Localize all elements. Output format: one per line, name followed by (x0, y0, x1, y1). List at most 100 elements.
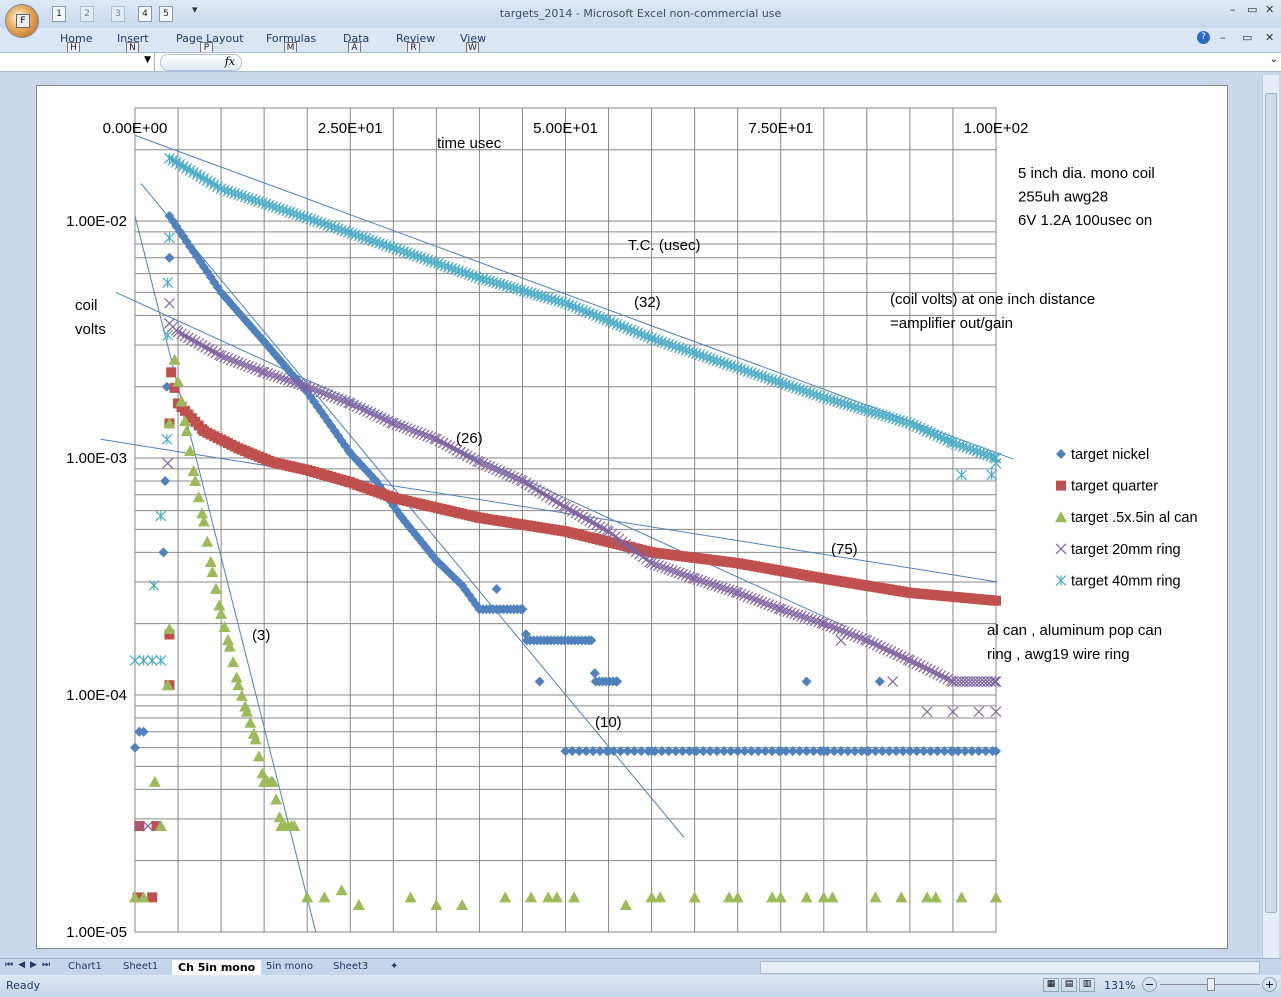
zoom-in-icon[interactable]: + (1262, 977, 1277, 992)
data-point-diamond (130, 742, 140, 753)
data-point-x (720, 583, 732, 595)
triangle-marker (955, 891, 968, 903)
triangle-marker (929, 891, 942, 903)
minimize-icon[interactable]: – (1230, 3, 1236, 16)
chart-area[interactable]: 0.00E+00 2.50E+01 5.00E+01 7.50E+01 1.00E+02… (36, 85, 1228, 949)
data-point-x (653, 560, 664, 572)
data-point-x (713, 581, 725, 592)
sheet-tab-chart1[interactable]: Chart1 (62, 960, 108, 975)
data-point-triangle (404, 891, 417, 903)
data-point-triangle (800, 891, 813, 903)
diamond-marker (491, 584, 502, 595)
triangle-marker (990, 891, 1002, 903)
data-point-triangle (869, 891, 882, 903)
y-axis-title: volts (75, 321, 106, 338)
data-point-x (272, 371, 284, 383)
vertical-scrollbar[interactable] (1262, 75, 1279, 958)
expand-formula-bar-icon[interactable]: ⌄ (1270, 54, 1278, 65)
help-icon[interactable]: ? (1197, 31, 1210, 44)
formula-input[interactable] (246, 54, 1256, 71)
x-marker (713, 581, 725, 592)
sheet-tab-sheet3[interactable]: Sheet3 (327, 960, 374, 975)
ribbon-minimize-icon[interactable]: – (1220, 31, 1226, 44)
coil-spec-note: 255uh awg28 (1018, 189, 1108, 206)
data-point-triangle (252, 750, 265, 762)
data-point-triangle (619, 898, 632, 910)
legend-label: target quarter (1071, 479, 1158, 495)
data-point-star (138, 654, 150, 666)
data-point-x (973, 706, 985, 718)
data-point-triangle (456, 898, 469, 910)
diamond-marker (130, 742, 140, 753)
x-marker (921, 706, 933, 718)
x-marker (680, 570, 692, 581)
x-marker (799, 611, 811, 623)
sheet-nav-arrows-icon[interactable]: ⏮◀▶⏭ (5, 960, 55, 970)
scrollbar-thumb[interactable] (1265, 93, 1277, 913)
triangle-marker (800, 891, 813, 903)
triangle-marker (196, 507, 209, 519)
data-point-x (656, 561, 668, 573)
chevron-down-icon[interactable]: ▼ (144, 55, 151, 65)
sheet-tab-ch-5in-mono[interactable]: Ch 5in mono (172, 960, 262, 975)
office-button[interactable]: F (5, 4, 39, 38)
page-break-view-icon[interactable]: ▥ (1079, 978, 1095, 992)
data-point-diamond (874, 676, 885, 687)
triangle-marker (525, 891, 538, 903)
data-point-diamond (801, 676, 812, 687)
x-marker (663, 563, 675, 575)
close-icon[interactable]: ✕ (1265, 3, 1274, 16)
data-point-star (161, 433, 173, 445)
triangle-marker (731, 891, 744, 903)
x-marker (809, 615, 821, 627)
y-tick-label: 1.00E-03 (66, 450, 127, 467)
data-point-triangle (731, 891, 744, 903)
triangle-marker (499, 891, 512, 903)
data-point-triangle (929, 891, 942, 903)
zoom-level: 131% (1104, 979, 1136, 992)
sheet-tab-sheet1[interactable]: Sheet1 (117, 960, 164, 975)
star-marker (146, 654, 158, 666)
data-point-diamond (158, 547, 169, 558)
data-point-x (785, 607, 797, 619)
restore-icon[interactable]: ▭ (1247, 3, 1257, 16)
data-point-x (659, 562, 671, 574)
name-box[interactable]: ▼ (0, 53, 155, 72)
star-marker (138, 654, 150, 666)
zoom-slider-thumb[interactable] (1207, 978, 1215, 991)
data-point-triangle (206, 566, 219, 578)
data-point-x (789, 608, 800, 620)
triangle-marker (187, 465, 200, 477)
data-point-triangle (826, 891, 839, 903)
ribbon-restore-icon[interactable]: ▭ (1242, 31, 1252, 44)
data-point-x (921, 706, 933, 718)
data-point-triangle (774, 891, 787, 903)
data-point-star (956, 469, 967, 481)
page-layout-view-icon[interactable]: ▤ (1061, 978, 1077, 992)
ribbon-close-icon[interactable]: ✕ (1265, 31, 1274, 44)
triangle-marker (163, 622, 176, 634)
diamond-marker (534, 676, 545, 687)
data-point-triangle (227, 656, 240, 668)
data-point-square (1056, 480, 1066, 491)
data-point-triangle (990, 891, 1002, 903)
data-point-star (129, 654, 141, 666)
horizontal-scrollbar[interactable] (760, 961, 1260, 974)
triangle-marker (206, 566, 219, 578)
square-marker (166, 367, 177, 378)
data-point-triangle (430, 898, 443, 910)
data-point-x (279, 373, 291, 385)
x-marker (401, 423, 413, 434)
star-marker (1055, 574, 1067, 586)
insert-function-button[interactable]: fx (160, 54, 242, 71)
sheet-tab-5in-mono[interactable]: 5in mono (260, 960, 319, 975)
diamond-marker (160, 476, 171, 487)
triangle-marker (456, 898, 469, 910)
tc-label: (10) (595, 714, 622, 731)
data-point-x (696, 575, 707, 587)
x-marker (789, 608, 800, 620)
data-point-x (706, 578, 718, 590)
normal-view-icon[interactable]: ▦ (1043, 978, 1059, 992)
insert-sheet-icon[interactable]: ✦ (384, 960, 404, 975)
zoom-out-icon[interactable]: − (1142, 977, 1157, 992)
